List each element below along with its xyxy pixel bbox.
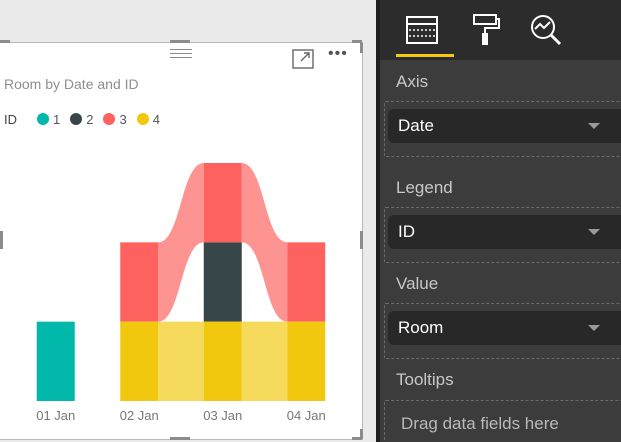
bar-segment-series-3 <box>203 163 242 243</box>
x-tick-label: 01 Jan <box>36 408 75 423</box>
bar-segment-series-3 <box>287 242 326 322</box>
tooltips-section-label: Tooltips <box>396 370 454 389</box>
chevron-down-icon[interactable] <box>588 123 600 129</box>
ribbon-series-3 <box>158 163 204 322</box>
ribbon-series-3 <box>241 163 288 322</box>
axis-field-label: Date <box>398 116 434 135</box>
resize-handle[interactable] <box>0 40 10 43</box>
report-canvas: ••• Room by Date and ID ID 1 2 3 4 01 Ja… <box>0 0 376 442</box>
bar-segment-series-4 <box>203 321 242 401</box>
bar-segment-series-1 <box>36 321 75 401</box>
legend-field-pill[interactable]: ID <box>388 215 621 249</box>
pane-tab-bar <box>380 0 621 60</box>
value-field-label: Room <box>398 318 444 337</box>
value-field-pill[interactable]: Room <box>388 311 621 345</box>
x-tick-label: 04 Jan <box>287 408 326 423</box>
legend-section-label: Legend <box>396 178 453 197</box>
resize-handle[interactable] <box>170 437 190 440</box>
resize-handle[interactable] <box>170 40 190 43</box>
legend-field-label: ID <box>398 222 415 241</box>
tab-fields[interactable] <box>402 10 442 50</box>
format-paint-roller-icon <box>473 14 500 45</box>
resize-handle[interactable] <box>360 43 363 53</box>
resize-handle[interactable] <box>352 437 362 440</box>
bar-segment-series-4 <box>287 321 326 401</box>
ribbon-chart-plot: 01 Jan 02 Jan 03 Jan 04 Jan <box>36 163 326 423</box>
tooltips-drop-hint: Drag data fields here <box>401 414 559 433</box>
bar-segment-series-3 <box>120 242 159 322</box>
analytics-magnifier-icon <box>531 15 562 46</box>
bar-segment-series-4 <box>120 321 159 401</box>
tab-format[interactable] <box>466 10 506 50</box>
resize-handle[interactable] <box>360 231 363 249</box>
tab-analytics[interactable] <box>526 10 566 50</box>
active-tab-indicator <box>396 54 454 57</box>
resize-handle[interactable] <box>0 231 3 249</box>
axis-field-pill[interactable]: Date <box>388 109 621 143</box>
value-section-label: Value <box>396 274 439 293</box>
x-tick-label: 03 Jan <box>203 408 242 423</box>
x-tick-label: 02 Jan <box>120 408 159 423</box>
fields-icon <box>406 16 438 44</box>
ribbon-series-4 <box>241 321 288 401</box>
chevron-down-icon[interactable] <box>588 325 600 331</box>
ribbon-chart-visual[interactable]: ••• Room by Date and ID ID 1 2 3 4 01 Ja… <box>0 40 363 440</box>
chevron-down-icon[interactable] <box>588 229 600 235</box>
axis-section-label: Axis <box>396 72 429 91</box>
bar-segment-series-2 <box>203 242 242 322</box>
visualizations-pane: Axis Date Legend ID Value Room Tooltips … <box>380 0 621 442</box>
ribbon-series-4 <box>158 321 204 401</box>
